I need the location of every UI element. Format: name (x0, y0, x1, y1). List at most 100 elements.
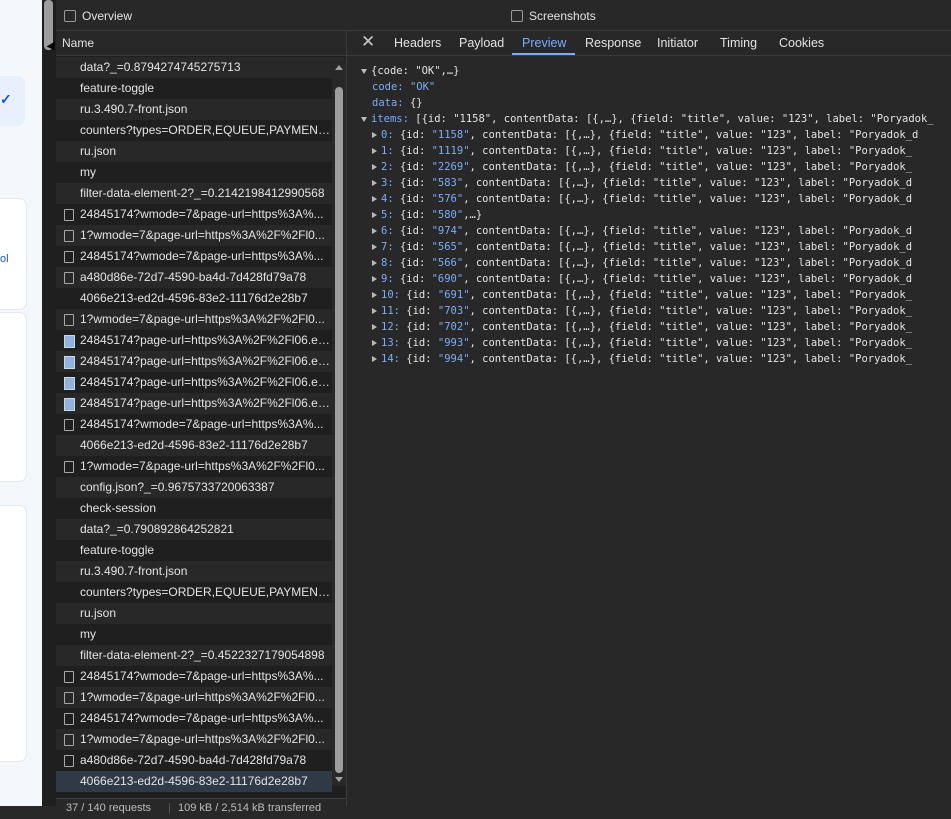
request-row[interactable]: 1?wmode=7&page-url=https%3A%2F%2Fl0... (56, 456, 332, 477)
scroll-down-arrow-icon[interactable] (335, 777, 343, 782)
json-item-line[interactable]: 8: {id: "566", contentData: [{,…}, {fiel… (361, 255, 934, 271)
json-item-line[interactable]: 3: {id: "583", contentData: [{,…}, {fiel… (361, 175, 934, 191)
tab-cookies[interactable]: Cookies (779, 36, 824, 50)
json-id: "583" (431, 177, 464, 189)
scrollbar-thumb[interactable] (335, 87, 343, 773)
request-list-scrollbar[interactable] (332, 57, 346, 786)
json-id: "1119" (431, 145, 470, 157)
expand-triangle-icon[interactable] (372, 308, 377, 314)
request-row[interactable]: 24845174?wmode=7&page-url=https%3A%... (56, 666, 332, 687)
checkbox-icon[interactable] (511, 10, 523, 22)
request-row[interactable]: 24845174?page-url=https%3A%2F%2Fl06.ep..… (56, 393, 332, 414)
request-row[interactable]: 24845174?page-url=https%3A%2F%2Fl06.ep..… (56, 330, 332, 351)
request-name: 4066e213-ed2d-4596-83e2-11176d2e28b7 (80, 774, 308, 788)
json-item-line[interactable]: 11: {id: "703", contentData: [{,…}, {fie… (361, 303, 934, 319)
request-row[interactable]: { }feature-toggle (56, 78, 332, 99)
request-row[interactable]: { }my (56, 162, 332, 183)
expand-triangle-icon[interactable] (372, 356, 377, 362)
screenshots-checkbox[interactable]: Screenshots (511, 9, 596, 23)
json-item-line[interactable]: 7: {id: "565", contentData: [{,…}, {fiel… (361, 239, 934, 255)
request-row[interactable]: { }counters?types=ORDER,EQUEUE,PAYMENT,G… (56, 582, 332, 603)
expand-triangle-icon[interactable] (372, 292, 377, 298)
json-item-line[interactable]: 0: {id: "1158", contentData: [{,…}, {fie… (361, 127, 934, 143)
tab-response[interactable]: Response (585, 36, 641, 50)
expand-triangle-icon[interactable] (372, 244, 377, 250)
page-scrollbar[interactable] (42, 0, 56, 806)
json-items-line[interactable]: items: [{id: "1158", contentData: [{,…},… (361, 111, 934, 127)
selected-nav-item[interactable]: ✓ (0, 76, 25, 126)
json-punct: {id: (399, 337, 438, 349)
tab-preview[interactable]: Preview (522, 36, 566, 50)
json-item-line[interactable]: 10: {id: "691", contentData: [{,…}, {fie… (361, 287, 934, 303)
json-punct: {id: (393, 177, 432, 189)
expand-triangle-icon[interactable] (372, 180, 377, 186)
tab-headers[interactable]: Headers (394, 36, 441, 50)
expand-triangle-icon[interactable] (372, 340, 377, 346)
json-rest: , contentData: [{,…}, {field: "title", v… (469, 129, 919, 141)
request-row[interactable]: 24845174?wmode=7&page-url=https%3A%... (56, 204, 332, 225)
tab-timing[interactable]: Timing (720, 36, 757, 50)
json-id: "565" (431, 241, 464, 253)
close-icon[interactable]: ✕ (361, 32, 375, 52)
expand-triangle-icon[interactable] (372, 212, 377, 218)
request-row[interactable]: { }data?_=0.790892864252821 (56, 519, 332, 540)
expand-triangle-icon[interactable] (372, 276, 377, 282)
expand-triangle-icon[interactable] (372, 148, 377, 154)
request-row[interactable]: 24845174?page-url=https%3A%2F%2Fl06.ep..… (56, 351, 332, 372)
request-row[interactable]: a480d86e-72d7-4590-ba4d-7d428fd79a78 (56, 267, 332, 288)
request-row[interactable]: 1?wmode=7&page-url=https%3A%2F%2Fl0... (56, 225, 332, 246)
request-name: 24845174?page-url=https%3A%2F%2Fl06.ep..… (80, 333, 332, 347)
scroll-up-arrow-icon[interactable] (335, 65, 343, 70)
expand-triangle-icon[interactable] (361, 68, 367, 74)
request-row[interactable]: { }ru.json (56, 603, 332, 624)
json-item-line[interactable]: 2: {id: "2269", contentData: [{,…}, {fie… (361, 159, 934, 175)
request-row[interactable]: { }config.json?_=0.9675733720063387 (56, 477, 332, 498)
json-id: "580" (431, 209, 464, 221)
tab-payload[interactable]: Payload (459, 36, 504, 50)
request-row[interactable]: 24845174?wmode=7&page-url=https%3A%... (56, 708, 332, 729)
request-row[interactable]: { }4066e213-ed2d-4596-83e2-11176d2e28b7 (56, 288, 332, 309)
json-item-line[interactable]: 9: {id: "690", contentData: [{,…}, {fiel… (361, 271, 934, 287)
checkbox-icon[interactable] (64, 10, 76, 22)
json-item-line[interactable]: 12: {id: "702", contentData: [{,…}, {fie… (361, 319, 934, 335)
network-toolbar: Overview Screenshots (56, 0, 951, 31)
json-item-line[interactable]: 5: {id: "580",…} (361, 207, 934, 223)
request-row[interactable]: a480d86e-72d7-4590-ba4d-7d428fd79a78 (56, 750, 332, 771)
name-column-header[interactable]: Name (56, 31, 346, 56)
request-row[interactable]: 1?wmode=7&page-url=https%3A%2F%2Fl0... (56, 687, 332, 708)
json-item-line[interactable]: 13: {id: "993", contentData: [{,…}, {fie… (361, 335, 934, 351)
request-row[interactable]: { }ru.json (56, 141, 332, 162)
overview-checkbox[interactable]: Overview (64, 9, 132, 23)
request-row[interactable]: 1?wmode=7&page-url=https%3A%2F%2Fl0... (56, 309, 332, 330)
request-row[interactable]: 24845174?page-url=https%3A%2F%2Fl06.ep..… (56, 372, 332, 393)
json-index: 14: (381, 353, 400, 365)
json-item-line[interactable]: 1: {id: "1119", contentData: [{,…}, {fie… (361, 143, 934, 159)
expand-triangle-icon[interactable] (372, 196, 377, 202)
request-row[interactable]: { }data?_=0.8794274745275713 (56, 57, 332, 78)
request-row[interactable]: { }my (56, 624, 332, 645)
request-row[interactable]: { }ru.3.490.7-front.json (56, 561, 332, 582)
request-row[interactable]: { }filter-data-element-2?_=0.45223271790… (56, 645, 332, 666)
request-row[interactable]: { }filter-data-element-2?_=0.21421984129… (56, 183, 332, 204)
request-row[interactable]: { }4066e213-ed2d-4596-83e2-11176d2e28b7 (56, 435, 332, 456)
request-row[interactable]: { }counters?types=ORDER,EQUEUE,PAYMENT,G… (56, 120, 332, 141)
expand-triangle-icon[interactable] (372, 132, 377, 138)
tab-initiator[interactable]: Initiator (657, 36, 698, 50)
expand-triangle-icon[interactable] (372, 260, 377, 266)
json-item-line[interactable]: 4: {id: "576", contentData: [{,…}, {fiel… (361, 191, 934, 207)
request-row[interactable]: 24845174?wmode=7&page-url=https%3A%... (56, 414, 332, 435)
request-row[interactable]: { }4066e213-ed2d-4596-83e2-11176d2e28b7 (56, 771, 332, 792)
expand-triangle-icon[interactable] (372, 164, 377, 170)
page-link-fragment[interactable]: ol (0, 253, 9, 265)
request-row[interactable]: { }check-session (56, 498, 332, 519)
request-row[interactable]: { }ru.3.490.7-front.json (56, 99, 332, 120)
expand-triangle-icon[interactable] (372, 324, 377, 330)
request-row[interactable]: 1?wmode=7&page-url=https%3A%2F%2Fl0... (56, 729, 332, 750)
json-item-line[interactable]: 6: {id: "974", contentData: [{,…}, {fiel… (361, 223, 934, 239)
expand-triangle-icon[interactable] (372, 228, 377, 234)
request-row[interactable]: 24845174?wmode=7&page-url=https%3A%... (56, 246, 332, 267)
json-root-line[interactable]: {code: "OK",…} (361, 63, 934, 79)
expand-triangle-icon[interactable] (361, 116, 367, 122)
request-row[interactable]: { }feature-toggle (56, 540, 332, 561)
json-item-line[interactable]: 14: {id: "994", contentData: [{,…}, {fie… (361, 351, 934, 367)
